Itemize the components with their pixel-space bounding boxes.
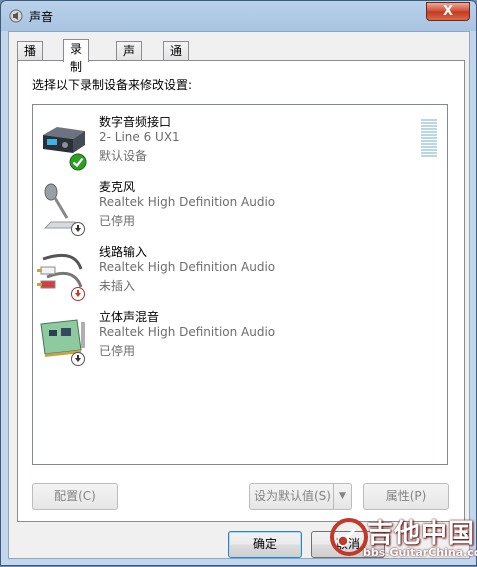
title-bar[interactable]: 声音 X [1,1,476,31]
level-meter [421,119,437,161]
list-item-stereo-mix[interactable]: 立体声混音 Realtek High Definition Audio 已停用 [33,308,447,373]
device-description: Realtek High Definition Audio [99,195,276,209]
tab-playback[interactable]: 播放 [17,41,44,76]
instruction-text: 选择以下录制设备来修改设置: [32,78,193,92]
list-item-microphone[interactable]: 麦克风 Realtek High Definition Audio 已停用 [33,178,447,243]
tab-recording[interactable]: 录制 [63,39,90,74]
window-title: 声音 [29,10,54,24]
device-status: 默认设备 [99,149,148,163]
unplugged-arrow-icon [71,287,85,301]
list-item-line-in[interactable]: 线路输入 Realtek High Definition Audio 未插入 [33,243,447,308]
device-description: Realtek High Definition Audio [99,325,276,339]
chevron-down-icon[interactable]: ▼ [333,484,351,509]
close-button[interactable]: X [426,2,470,21]
device-list[interactable]: 数字音频接口 2- Line 6 UX1 默认设备 麦克风 Realtek Hi… [32,104,448,465]
disabled-arrow-icon [71,222,85,236]
device-name: 立体声混音 [99,310,160,324]
watermark: 吉他中国 bbs.GuitarChina.com [329,513,477,567]
speaker-icon [9,9,23,23]
watermark-title: 吉他中国 [367,519,476,549]
set-default-button[interactable]: 设为默认值(S) ▼ [249,483,352,510]
tab-sounds[interactable]: 声音 [116,41,143,76]
device-name: 麦克风 [99,180,136,194]
device-description: Realtek High Definition Audio [99,260,276,274]
properties-button[interactable]: 属性(P) [363,483,449,510]
device-description: 2- Line 6 UX1 [99,130,180,144]
recording-panel: 选择以下录制设备来修改设置: 数字音频接口 2- Line 6 UX1 默认设备… [17,60,465,522]
device-status: 已停用 [99,344,136,358]
device-name: 线路输入 [99,245,148,259]
watermark-url: bbs.GuitarChina.com [363,546,477,559]
tab-communications[interactable]: 通信 [163,41,190,76]
ok-button[interactable]: 确定 [228,531,302,558]
dialog-body: 播放 录制 声音 通信 选择以下录制设备来修改设置: [8,31,470,559]
list-item-digital-interface[interactable]: 数字音频接口 2- Line 6 UX1 默认设备 [33,113,447,178]
sound-dialog: 声音 X 播放 录制 声音 通信 选择以下录制设备来修改设置: [0,0,477,566]
device-name: 数字音频接口 [99,115,172,129]
default-check-icon [69,153,87,171]
disabled-arrow-icon [71,352,85,366]
configure-button[interactable]: 配置(C) [32,483,118,510]
device-status: 未插入 [99,279,136,293]
device-status: 已停用 [99,214,136,228]
